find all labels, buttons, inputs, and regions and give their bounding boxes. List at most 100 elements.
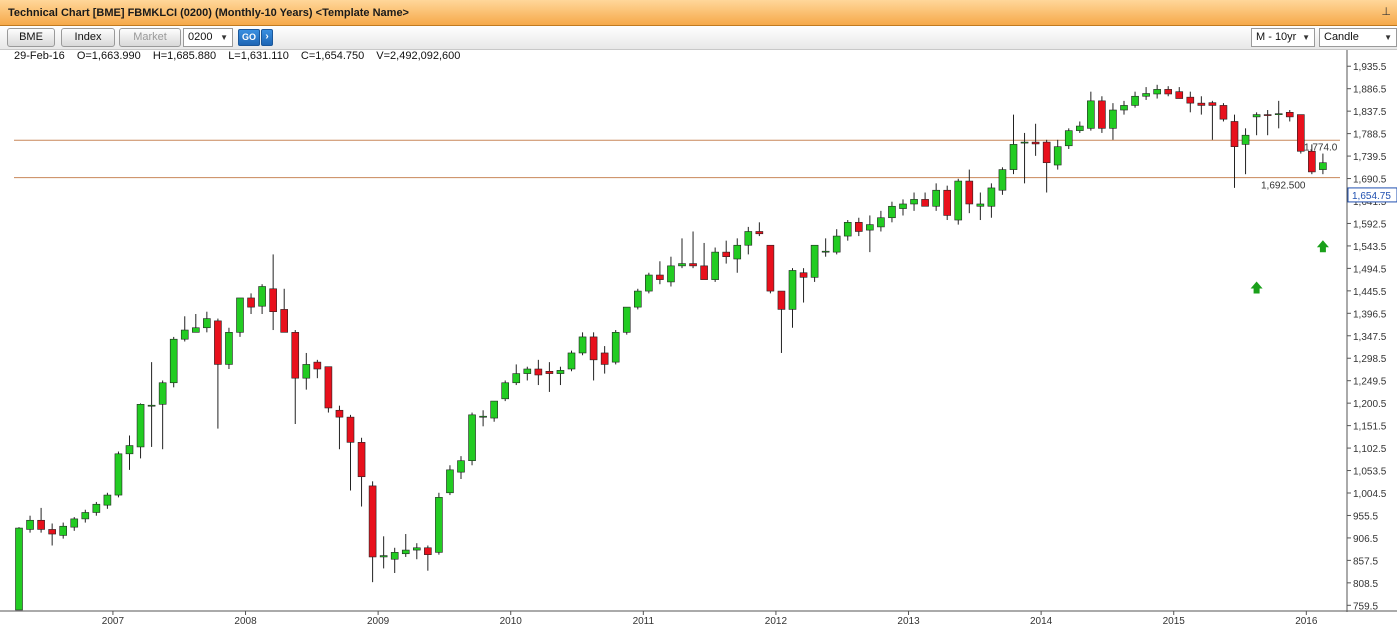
candle-body	[1098, 100, 1106, 129]
candle-body	[468, 414, 476, 461]
candlestick-chart[interactable]: 1,774.0 1,692.500 1,935.51,886.51,837.51…	[0, 50, 1397, 632]
candle-body	[854, 222, 863, 232]
candle-body	[37, 519, 45, 530]
ohlc-volume: V=2,492,092,600	[376, 50, 461, 62]
candle-body	[70, 518, 79, 528]
x-tick-label: 2011	[633, 616, 655, 627]
x-tick-label: 2007	[102, 616, 125, 627]
candle-body	[689, 263, 697, 267]
chevron-down-icon: ▼	[220, 33, 228, 42]
y-tick-label: 1,347.5	[1353, 332, 1387, 343]
toolbar: BME Index Market 0200 ▼ GO › M - 10yr ▼ …	[0, 26, 1397, 50]
y-tick-label: 1,592.5	[1353, 219, 1387, 230]
window-title: Technical Chart [BME] FBMKLCI (0200) (Mo…	[8, 7, 409, 19]
candle-body	[711, 251, 719, 280]
stock-code-select[interactable]: 0200 ▼	[183, 28, 233, 47]
y-tick-label: 1,200.5	[1353, 399, 1387, 410]
market-button[interactable]: Market	[119, 28, 181, 47]
candle-body	[291, 332, 300, 379]
chevron-down-icon: ▼	[1302, 33, 1310, 42]
candle-body	[888, 205, 896, 219]
y-tick-label: 1,249.5	[1353, 377, 1387, 388]
candle-body	[1219, 105, 1228, 120]
candle-body	[512, 373, 521, 384]
candle-body	[821, 250, 830, 253]
candle-body	[545, 370, 554, 374]
candle-body	[1208, 102, 1217, 106]
candle-body	[998, 169, 1007, 191]
candle-body	[92, 503, 101, 513]
y-tick-label: 1,151.5	[1353, 422, 1387, 433]
candle-body	[556, 370, 565, 374]
y-tick-label: 1,935.5	[1353, 62, 1387, 73]
pin-icon[interactable]: ⊥	[1381, 5, 1391, 18]
x-tick-label: 2016	[1295, 616, 1318, 627]
y-tick-label: 1,445.5	[1353, 287, 1387, 298]
candle-body	[424, 547, 432, 555]
candle-body	[1042, 141, 1051, 164]
candle-body	[534, 368, 543, 376]
candle-body	[1009, 144, 1018, 170]
candle-body	[412, 547, 421, 551]
candle-body	[777, 290, 786, 310]
candle-body	[225, 332, 233, 365]
y-tick-label: 1,053.5	[1353, 467, 1387, 478]
candle-body	[899, 203, 907, 209]
candle-body	[15, 527, 23, 611]
candle-body	[302, 364, 311, 379]
x-tick-label: 2013	[897, 616, 920, 627]
candle-body	[722, 251, 731, 257]
candle-body	[401, 549, 410, 555]
next-button[interactable]: ›	[261, 29, 273, 46]
candle-body	[59, 525, 68, 536]
ohlc-close: C=1,654.750	[300, 50, 365, 62]
bme-button[interactable]: BME	[7, 28, 55, 47]
candle-body	[1230, 121, 1239, 147]
x-tick-label: 2015	[1163, 616, 1186, 627]
candle-body	[1020, 141, 1029, 144]
candle-body	[788, 270, 797, 310]
candle-body	[158, 382, 167, 405]
candle-body	[1109, 109, 1117, 129]
candle-body	[578, 336, 587, 354]
candle-body	[1087, 100, 1095, 129]
candle-body	[346, 416, 355, 443]
candle-body	[357, 442, 366, 478]
y-tick-label: 1,102.5	[1353, 444, 1387, 455]
candle-body	[1175, 91, 1184, 99]
candle-body	[490, 400, 498, 419]
period-select[interactable]: M - 10yr ▼	[1251, 28, 1315, 47]
index-button[interactable]: Index	[61, 28, 115, 47]
chart-type-select[interactable]: Candle ▼	[1319, 28, 1397, 47]
candle-body	[446, 469, 454, 494]
candle-body	[479, 415, 487, 418]
candle-body	[1197, 102, 1206, 106]
candle-body	[1285, 111, 1294, 118]
stock-code-value: 0200	[188, 31, 213, 43]
candle-body	[457, 460, 465, 473]
y-tick-label: 1,494.5	[1353, 264, 1387, 275]
candle-body	[258, 286, 266, 307]
y-tick-label: 1,788.5	[1353, 130, 1387, 141]
current-price-label: 1,654.75	[1352, 191, 1391, 202]
go-button[interactable]: GO	[238, 29, 260, 46]
candle-body	[390, 552, 399, 560]
candle-body	[435, 497, 443, 553]
candle-body	[910, 199, 918, 205]
candle-body	[1308, 150, 1316, 173]
candle-body	[1297, 114, 1305, 152]
candle-body	[103, 494, 112, 506]
candle-body	[1076, 125, 1084, 131]
candle-body	[943, 189, 952, 216]
candle-body	[203, 318, 211, 329]
candle-body	[81, 512, 90, 520]
candle-body	[965, 180, 974, 205]
candle-body	[832, 235, 841, 253]
candle-body	[1120, 105, 1128, 111]
candle-body	[567, 352, 576, 370]
candle-body	[877, 217, 885, 228]
y-tick-label: 1,690.5	[1353, 175, 1387, 186]
y-tick-label: 857.5	[1353, 556, 1378, 567]
candle-body	[269, 288, 277, 313]
candle-body	[1252, 114, 1261, 118]
